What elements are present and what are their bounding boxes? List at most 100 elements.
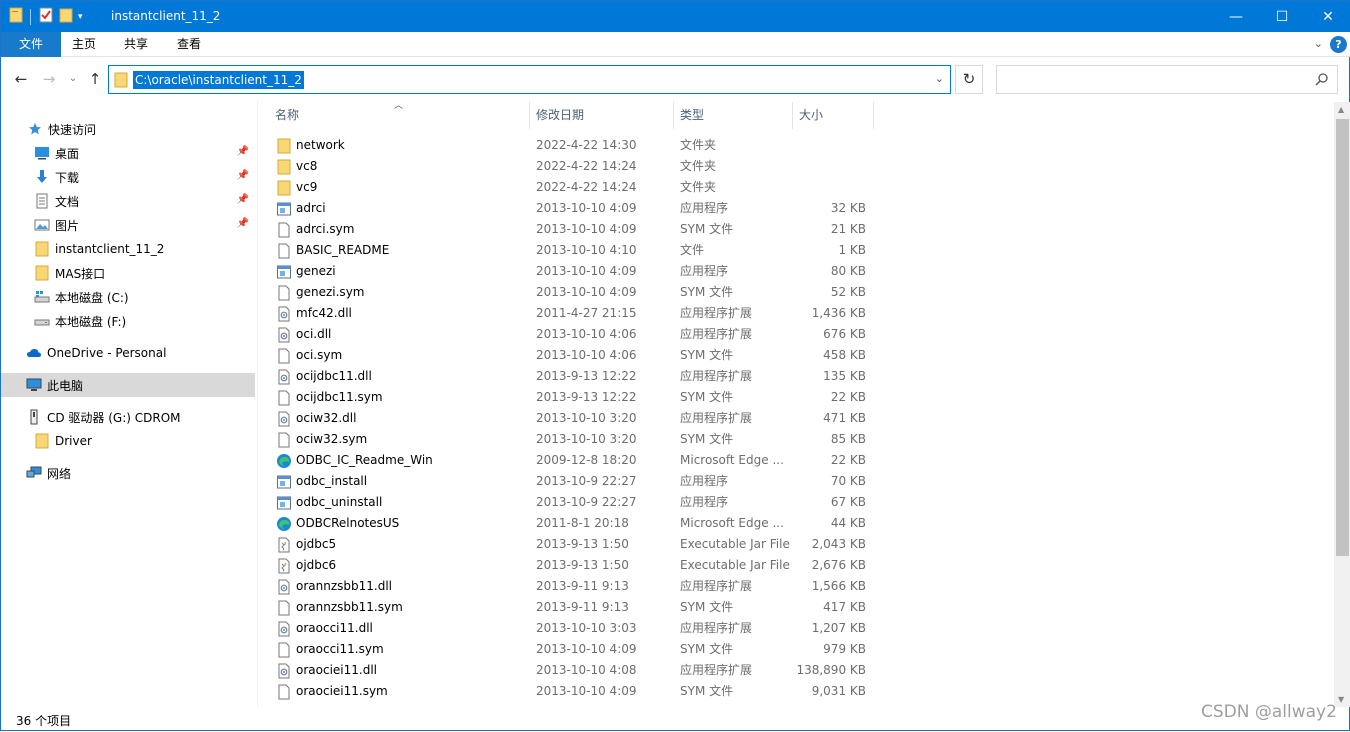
minimize-button[interactable]: — — [1213, 1, 1259, 32]
file-row[interactable]: adrci.sym 2013-10-10 4:09 SYM 文件 21 KB — [271, 219, 871, 240]
sidebar-item-label: CD 驱动器 (G:) CDROM — [47, 410, 181, 425]
sidebar-item-cd-drive[interactable]: CD 驱动器 (G:) CDROM — [1, 405, 255, 429]
desktop-icon — [34, 145, 50, 161]
sidebar-item-driver[interactable]: Driver — [1, 429, 255, 453]
file-row[interactable]: ODBCRelnotesUS 2011-8-1 20:18 Microsoft Ed… — [271, 513, 871, 534]
sidebar-item-pictures[interactable]: 图片 📌 — [1, 213, 255, 237]
file-size: 85 KB — [830, 432, 866, 446]
sidebar-item-drive-c[interactable]: 本地磁盘 (C:) — [1, 285, 255, 309]
column-header-size[interactable]: 大小 — [795, 102, 873, 129]
file-row[interactable]: odbc_install 2013-10-9 22:27 应用程序 70 KB — [271, 471, 871, 492]
column-divider[interactable] — [792, 102, 793, 129]
file-type: Executable Jar File — [680, 558, 790, 572]
help-icon[interactable]: ? — [1330, 36, 1347, 53]
address-path[interactable]: C:\oracle\instantclient_11_2 — [133, 71, 304, 89]
tab-file[interactable]: 文件 — [1, 32, 61, 57]
file-row[interactable]: ojdbc5 2013-9-13 1:50 Executable Jar File 2… — [271, 534, 871, 555]
sidebar-item-quick-access[interactable]: 快速访问 — [1, 117, 255, 141]
scrollbar-thumb[interactable] — [1336, 119, 1349, 556]
file-type: 应用程序 — [680, 201, 729, 215]
column-divider[interactable] — [529, 102, 530, 129]
file-row[interactable]: genezi 2013-10-10 4:09 应用程序 80 KB — [271, 261, 871, 282]
column-divider[interactable] — [873, 102, 874, 129]
forward-button[interactable]: → — [39, 68, 59, 90]
file-row[interactable]: vc9 2022-4-22 14:24 文件夹 — [271, 177, 871, 198]
sidebar-item-network[interactable]: 网络 — [1, 461, 255, 485]
tab-home[interactable]: 主页 — [61, 32, 107, 57]
file-row[interactable]: network 2022-4-22 14:30 文件夹 — [271, 135, 871, 156]
tab-view[interactable]: 查看 — [165, 32, 213, 57]
file-date: 2011-8-1 20:18 — [536, 516, 629, 530]
file-date: 2013-10-10 4:09 — [536, 285, 637, 299]
file-row[interactable]: odbc_uninstall 2013-10-9 22:27 应用程序 67 KB — [271, 492, 871, 513]
vertical-scrollbar[interactable]: ▲ ▼ — [1334, 102, 1350, 707]
file-row[interactable]: mfc42.dll 2011-4-27 21:15 应用程序扩展 1,436 KB — [271, 303, 871, 324]
file-row[interactable]: adrci 2013-10-10 4:09 应用程序 32 KB — [271, 198, 871, 219]
file-row[interactable]: oci.sym 2013-10-10 4:06 SYM 文件 458 KB — [271, 345, 871, 366]
file-size: 417 KB — [823, 600, 866, 614]
tab-share[interactable]: 共享 — [112, 32, 160, 57]
sidebar-item-this-pc[interactable]: 此电脑 — [1, 373, 255, 397]
address-bar[interactable]: C:\oracle\instantclient_11_2 ⌄ — [108, 65, 951, 94]
sidebar-item-mas[interactable]: MAS接口 — [1, 261, 255, 285]
sidebar-item-onedrive[interactable]: OneDrive - Personal — [1, 341, 255, 365]
sidebar-item-documents[interactable]: 文档 📌 — [1, 189, 255, 213]
file-row[interactable]: oraociei11.dll 2013-10-10 4:08 应用程序扩展 138,8… — [271, 660, 871, 681]
pin-icon[interactable]: 📌 — [237, 170, 249, 181]
sidebar-item-label: 网络 — [47, 466, 72, 481]
file-date: 2013-10-10 4:06 — [536, 348, 637, 362]
file-icon — [276, 222, 292, 238]
file-row[interactable]: oraocci11.sym 2013-10-10 4:09 SYM 文件 979 KB — [271, 639, 871, 660]
file-row[interactable]: oraociei11.sym 2013-10-10 4:09 SYM 文件 9,031… — [271, 681, 871, 702]
file-date: 2013-10-10 4:08 — [536, 663, 637, 677]
properties-icon[interactable] — [38, 7, 54, 26]
sidebar-item-desktop[interactable]: 桌面 📌 — [1, 141, 255, 165]
file-row[interactable]: ODBC_IC_Readme_Win 2009-12-8 18:20 Microso… — [271, 450, 871, 471]
file-row[interactable]: ociw32.dll 2013-10-10 3:20 应用程序扩展 471 KB — [271, 408, 871, 429]
close-button[interactable]: ✕ — [1305, 1, 1350, 32]
file-date: 2013-10-10 4:09 — [536, 201, 637, 215]
sidebar-item-label: 下载 — [55, 170, 80, 185]
back-button[interactable]: ← — [11, 68, 31, 90]
file-row[interactable]: ociw32.sym 2013-10-10 3:20 SYM 文件 85 KB — [271, 429, 871, 450]
file-date: 2013-10-9 22:27 — [536, 474, 637, 488]
up-button[interactable]: ↑ — [85, 68, 105, 90]
sidebar-item-label: OneDrive - Personal — [47, 346, 167, 360]
file-row[interactable]: orannzsbb11.dll 2013-9-11 9:13 应用程序扩展 1,566… — [271, 576, 871, 597]
scroll-down-icon[interactable]: ▼ — [1338, 695, 1344, 704]
column-header-date[interactable]: 修改日期 — [532, 102, 672, 129]
file-row[interactable]: genezi.sym 2013-10-10 4:09 SYM 文件 52 KB — [271, 282, 871, 303]
file-row[interactable]: BASIC_README 2013-10-10 4:10 文件 1 KB — [271, 240, 871, 261]
sidebar-item-label: 文档 — [55, 194, 80, 209]
recent-locations-button[interactable]: ⌄ — [63, 68, 83, 90]
file-row[interactable]: ocijdbc11.dll 2013-9-13 12:22 应用程序扩展 135 KB — [271, 366, 871, 387]
expand-ribbon-icon[interactable]: ⌄ — [1314, 37, 1323, 50]
pin-icon[interactable]: 📌 — [237, 146, 249, 157]
customize-toolbar-icon[interactable]: ▾ — [78, 12, 83, 22]
file-row[interactable]: ocijdbc11.sym 2013-9-13 12:22 SYM 文件 22 KB — [271, 387, 871, 408]
maximize-button[interactable]: ☐ — [1259, 1, 1305, 32]
sidebar-item-downloads[interactable]: 下载 📌 — [1, 165, 255, 189]
sidebar-item-drive-f[interactable]: 本地磁盘 (F:) — [1, 309, 255, 333]
file-type: 应用程序扩展 — [680, 621, 753, 635]
pin-icon[interactable]: 📌 — [237, 218, 249, 229]
file-row[interactable]: oci.dll 2013-10-10 4:06 应用程序扩展 676 KB — [271, 324, 871, 345]
column-header-name[interactable]: 名称 — [271, 102, 527, 129]
file-row[interactable]: oraocci11.dll 2013-10-10 3:03 应用程序扩展 1,207 … — [271, 618, 871, 639]
pin-icon[interactable]: 📌 — [237, 194, 249, 205]
address-dropdown-icon[interactable]: ⌄ — [935, 72, 944, 85]
file-row[interactable]: vc8 2022-4-22 14:24 文件夹 — [271, 156, 871, 177]
file-row[interactable]: ojdbc6 2013-9-13 1:50 Executable Jar File 2… — [271, 555, 871, 576]
file-date: 2013-10-10 4:10 — [536, 243, 637, 257]
sidebar-item-instantclient[interactable]: instantclient_11_2 — [1, 237, 255, 261]
column-header-type[interactable]: 类型 — [676, 102, 791, 129]
refresh-button[interactable]: ↻ — [955, 65, 983, 94]
search-input[interactable] — [996, 65, 1338, 94]
file-icon — [276, 432, 292, 448]
file-row[interactable]: orannzsbb11.sym 2013-9-11 9:13 SYM 文件 417 K… — [271, 597, 871, 618]
scroll-up-icon[interactable]: ▲ — [1338, 105, 1344, 114]
column-divider[interactable] — [673, 102, 674, 129]
new-folder-icon[interactable] — [58, 7, 74, 26]
star-icon — [27, 121, 43, 137]
file-name: ojdbc5 — [296, 537, 337, 551]
